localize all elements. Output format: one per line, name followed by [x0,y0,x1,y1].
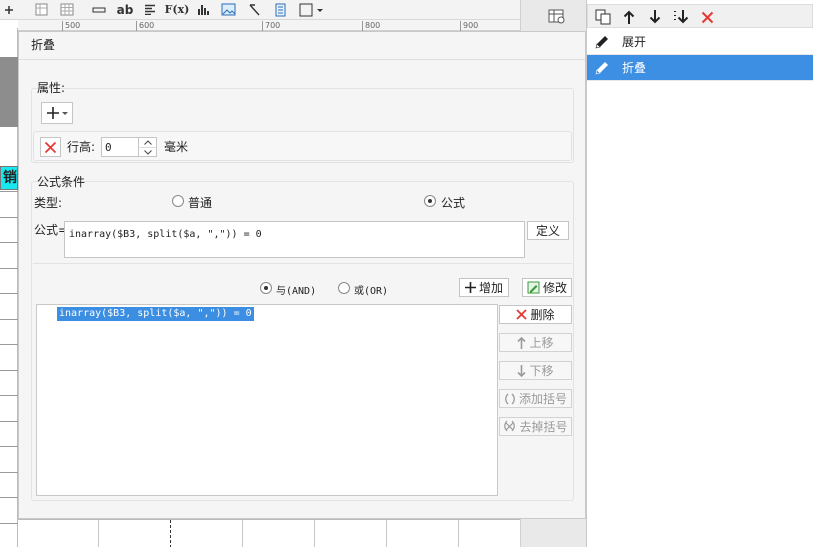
add-attribute-button[interactable] [41,102,73,124]
list-item-fold[interactable]: 折叠 [587,55,813,81]
align-icon[interactable] [142,1,158,18]
bar-chart-icon[interactable] [195,1,211,18]
pencil-icon [590,56,614,80]
logic-and-label[interactable]: 与(AND) [276,282,316,297]
type-formula-label[interactable]: 公式 [441,194,465,211]
formula-text: inarray($B3, split($a, ",")) = 0 [69,229,262,240]
remove-attribute-button[interactable] [40,137,61,157]
move-down-button-label: 下移 [529,364,554,378]
ruler-mark: 500 [62,21,80,31]
pencil-icon [590,30,614,54]
attributes-legend: 属性: [37,81,66,95]
close-icon [516,309,528,320]
define-button[interactable]: 定义 [527,221,569,240]
horizontal-ruler: 500 600 700 800 900 [18,20,538,31]
delete-button-label: 删除 [530,308,555,322]
panel-toolbar [587,4,813,28]
formula-input[interactable]: inarray($B3, split($a, ",")) = 0 [64,221,525,258]
type-normal-label[interactable]: 普通 [188,194,212,211]
text-icon[interactable]: ab [116,1,134,18]
line-icon[interactable] [91,1,107,18]
arrow-down-icon [517,364,527,377]
arrow-up-icon[interactable] [620,8,638,26]
sheet-cell[interactable]: 销 [0,166,18,190]
pointer-icon[interactable] [246,1,262,18]
table-icon[interactable] [59,1,75,18]
remove-bracket-button[interactable]: 去掉括号 [499,417,572,436]
formula-label: 公式= [34,223,69,237]
plus-icon [464,282,476,293]
image-icon[interactable] [220,1,237,18]
sheet-header-image [0,57,18,127]
row-height-input[interactable]: 0 [105,141,112,154]
plus-icon [47,107,68,119]
remove-bracket-button-label: 去掉括号 [519,420,568,434]
move-bottom-icon[interactable] [672,8,690,26]
ruler-mark: 600 [136,21,154,31]
move-up-button[interactable]: 上移 [499,333,572,352]
unit-label: 毫米 [164,140,189,154]
modify-button-label: 修改 [542,281,567,295]
condition-attribute-panel: 展开 折叠 [586,0,820,547]
list-item-expand[interactable]: 展开 [587,29,813,55]
type-label: 类型: [34,196,63,210]
condition-list[interactable]: inarray($B3, split($a, ",")) = 0 [36,304,498,496]
formula-icon[interactable]: F(x) [165,1,190,18]
add-button-label: 增加 [478,281,503,295]
editor-toolbar: ab F(x) [0,0,586,20]
move-up-button-label: 上移 [529,336,554,350]
stepper-up-icon[interactable] [138,138,156,147]
ruler-mark: 700 [262,21,280,31]
sheet-settings-icon[interactable] [546,5,568,27]
row-height-stepper[interactable]: 0 [101,137,157,157]
logic-and-radio[interactable] [260,282,272,294]
stepper-down-icon[interactable] [138,147,156,156]
grid-icon[interactable] [2,1,16,18]
sheet-grid [18,519,520,547]
close-icon [44,141,57,153]
list-item-label: 折叠 [622,61,647,75]
add-bracket-button-label: 添加括号 [518,392,567,406]
delete-icon[interactable] [698,8,716,26]
arrow-down-icon[interactable] [646,8,664,26]
logic-or-label[interactable]: 或(OR) [354,282,388,297]
copy-icon[interactable] [594,8,612,26]
delete-button[interactable]: 删除 [499,305,572,324]
divider [33,263,572,264]
ruler-mark: 900 [460,21,478,31]
border-icon[interactable] [298,1,326,18]
dialog-title: 折叠 [19,32,585,60]
table-icon[interactable] [33,1,49,18]
add-button[interactable]: 增加 [459,278,509,297]
type-formula-radio[interactable] [424,195,436,207]
edit-icon [527,281,540,294]
logic-or-radio[interactable] [338,282,350,294]
formula-condition-legend: 公式条件 [37,175,86,189]
move-down-button[interactable]: 下移 [499,361,572,380]
modify-button[interactable]: 修改 [522,278,572,297]
remove-bracket-icon [504,420,516,432]
ruler-mark: 800 [362,21,380,31]
type-normal-radio[interactable] [172,195,184,207]
add-bracket-button[interactable]: 添加括号 [499,389,572,408]
fold-dialog: 折叠 属性: 行高: 0 毫米 公式条件 类型: 普通 公式 公式= inarr… [18,31,586,519]
condition-item[interactable]: inarray($B3, split($a, ",")) = 0 [57,307,254,321]
page-icon[interactable] [272,1,288,18]
row-height-label: 行高: [67,140,96,154]
list-item-label: 展开 [622,35,647,49]
bracket-icon [505,393,515,404]
arrow-up-icon [517,336,527,349]
